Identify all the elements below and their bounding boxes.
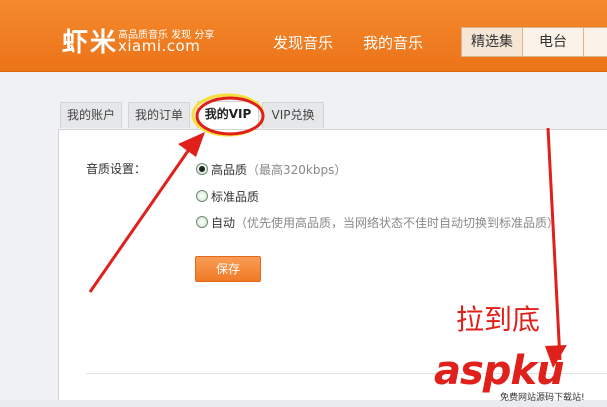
annotation-scroll-to-bottom: 拉到底 xyxy=(456,303,541,336)
watermark-subtitle: 免费网站源码下载站! xyxy=(500,393,585,403)
highlight-circle-red xyxy=(195,96,265,136)
watermark-aspku: aspku xyxy=(434,348,565,394)
arrow-to-vip-line xyxy=(88,147,192,293)
arrow-to-vip-head xyxy=(178,132,205,157)
annotation-overlay xyxy=(88,93,567,368)
arrow-down-line xyxy=(546,127,562,361)
